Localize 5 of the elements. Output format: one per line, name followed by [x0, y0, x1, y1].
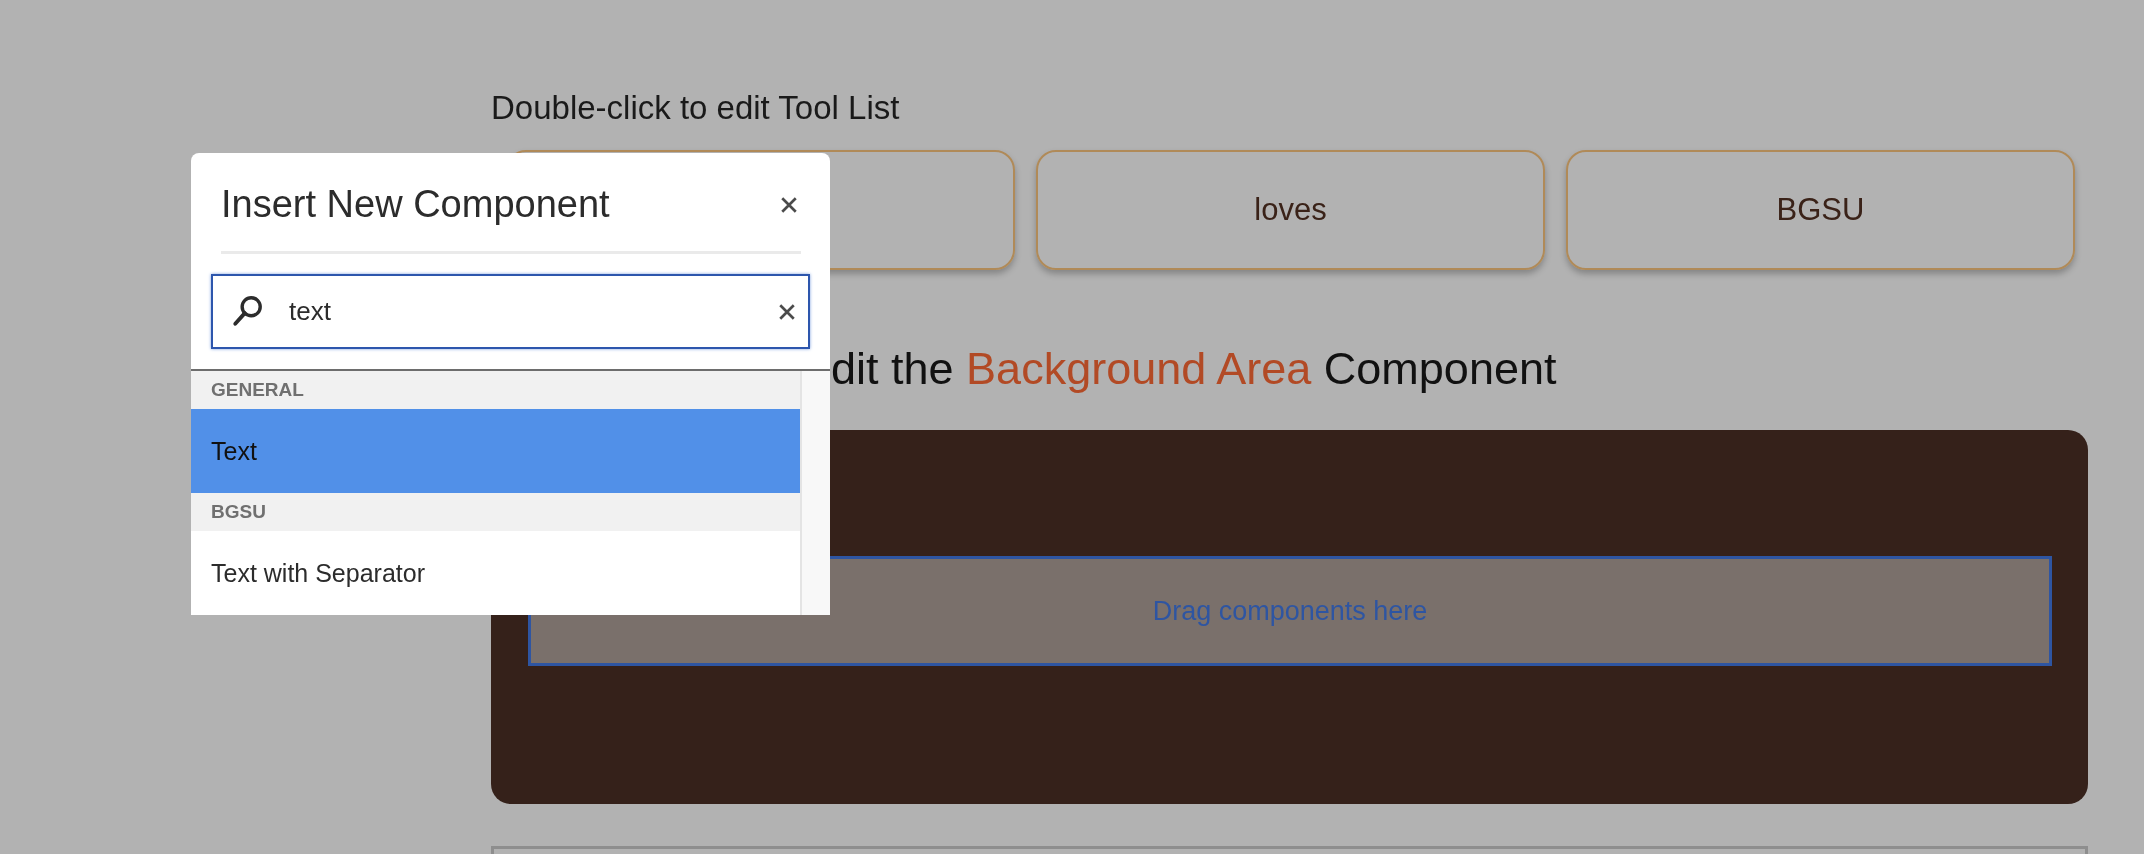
- dialog-title: Insert New Component: [221, 183, 610, 226]
- group-header: GENERAL: [191, 371, 800, 409]
- tool-list-hint: Double-click to edit Tool List: [491, 88, 901, 128]
- group-header: BGSU: [191, 493, 800, 531]
- section-heading: dit the Background Area Component: [830, 342, 1558, 396]
